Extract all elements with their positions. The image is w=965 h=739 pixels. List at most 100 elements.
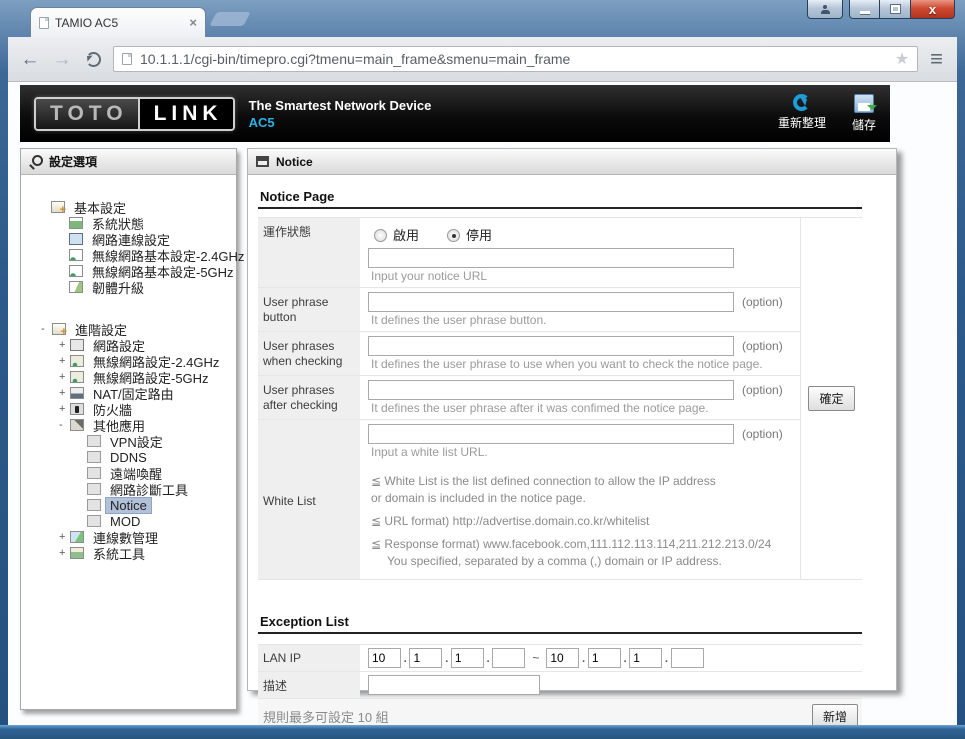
lan-ip-to-octet-4[interactable] bbox=[670, 648, 704, 668]
option-tag: (option) bbox=[742, 295, 783, 309]
expand-expander[interactable]: + bbox=[59, 531, 70, 543]
range-tilde: ~ bbox=[532, 651, 540, 665]
whitelist-caption: Input a white list URL. bbox=[371, 445, 488, 459]
new-tab-button[interactable] bbox=[209, 12, 251, 26]
folder-plus-icon bbox=[51, 201, 66, 216]
tree-item-firmware-upgrade[interactable]: 韌體升級 bbox=[35, 279, 234, 296]
reload-button[interactable] bbox=[86, 51, 101, 67]
confirm-button[interactable]: 確定 bbox=[808, 386, 855, 411]
close-button[interactable]: x bbox=[911, 0, 955, 19]
tab-title: TAMIO AC5 bbox=[55, 15, 119, 30]
url-text[interactable]: 10.1.1.1/cgi-bin/timepro.cgi?tmenu=main_… bbox=[140, 51, 887, 67]
expand-expander[interactable]: + bbox=[59, 371, 70, 383]
notice-page-heading: Notice Page bbox=[258, 185, 862, 209]
minimize-button[interactable] bbox=[849, 0, 880, 19]
expand-expander[interactable]: + bbox=[59, 355, 70, 367]
collapse-expander[interactable]: - bbox=[59, 419, 70, 431]
tab-close-icon[interactable]: × bbox=[189, 15, 197, 30]
network-icon bbox=[70, 339, 84, 351]
sidebar-title: 設定選項 bbox=[49, 155, 98, 169]
tree-item-system-tools[interactable]: + 系統工具 bbox=[35, 545, 234, 562]
option-tag: (option) bbox=[742, 383, 783, 397]
lan-ip-to-octet-1[interactable] bbox=[546, 648, 580, 668]
phrase-button-caption: It defines the user phrase button. bbox=[371, 313, 547, 327]
lan-ip-from-octet-2[interactable] bbox=[409, 648, 443, 668]
option-tag: (option) bbox=[742, 427, 783, 441]
expand-expander[interactable]: + bbox=[59, 339, 70, 351]
expand-expander[interactable]: + bbox=[59, 403, 70, 415]
settings-sidebar: 設定選項 基本設定 系統狀態 網路連線設定 無線網路基本設定-2.4GHz 無線… bbox=[20, 148, 244, 710]
notice-url-input[interactable] bbox=[368, 248, 734, 268]
page-icon bbox=[87, 435, 101, 447]
settings-tree: 基本設定 系統狀態 網路連線設定 無線網路基本設定-2.4GHz 無線網路基本設… bbox=[21, 175, 244, 562]
tree-item-notice[interactable]: Notice bbox=[35, 496, 234, 514]
disable-radio[interactable]: 停用 bbox=[447, 225, 492, 244]
expand-expander[interactable]: + bbox=[59, 387, 70, 399]
expand-expander[interactable]: + bbox=[59, 547, 70, 559]
phrase-checking-input[interactable] bbox=[368, 336, 734, 356]
maximize-button[interactable] bbox=[880, 0, 911, 19]
lan-ip-from-octet-4[interactable] bbox=[492, 648, 526, 668]
page-icon bbox=[87, 499, 101, 511]
browser-window: TAMIO AC5 × x ← → 10.1.1.1/cgi-bin/timep… bbox=[0, 0, 965, 739]
lan-ip-from-octet-3[interactable] bbox=[450, 648, 484, 668]
radio-off-icon[interactable] bbox=[374, 229, 387, 242]
forward-button[interactable]: → bbox=[50, 50, 74, 69]
back-button[interactable]: ← bbox=[18, 50, 42, 69]
collapse-expander[interactable]: - bbox=[41, 323, 52, 335]
lan-ip-to-octet-3[interactable] bbox=[629, 648, 663, 668]
enable-radio[interactable]: 啟用 bbox=[374, 225, 419, 244]
wireless-icon bbox=[69, 249, 83, 261]
notice-form: 運作狀態 啟用 停用 Input your notice URL User ph… bbox=[258, 217, 862, 580]
site-header: TOTO LINK The Smartest Network Device AC… bbox=[20, 85, 890, 142]
add-button[interactable]: 新增 bbox=[811, 704, 858, 725]
lan-ip-to-octet-2[interactable] bbox=[587, 648, 621, 668]
phrase-checking-label: User phrases when checking bbox=[258, 332, 360, 375]
description-input[interactable] bbox=[368, 675, 540, 695]
description-row: 描述 bbox=[258, 672, 862, 699]
tree-item-network-diagnostics[interactable]: 網路診斷工具 bbox=[35, 481, 234, 498]
phrase-button-row: User phrase button (option) It defines t… bbox=[258, 288, 800, 332]
refresh-action[interactable]: 重新整理 bbox=[778, 94, 826, 133]
lan-ip-from-octet-1[interactable] bbox=[368, 648, 401, 668]
bookmark-star-icon[interactable]: ★ bbox=[895, 49, 909, 69]
logo-toto: TOTO bbox=[36, 98, 138, 129]
browser-menu-icon[interactable]: ≡ bbox=[926, 48, 947, 70]
content-panel: Notice Notice Page 運作狀態 啟用 停用 Input your… bbox=[247, 148, 897, 725]
phrase-after-input[interactable] bbox=[368, 380, 734, 400]
radio-on-icon[interactable] bbox=[447, 229, 461, 242]
phrase-checking-row: User phrases when checking (option) It d… bbox=[258, 332, 800, 376]
phrase-button-input[interactable] bbox=[368, 292, 734, 312]
page-icon bbox=[87, 515, 101, 527]
close-icon: x bbox=[928, 1, 937, 17]
folder-plus-icon bbox=[52, 323, 67, 338]
nat-icon bbox=[70, 387, 84, 399]
wireless-folder-icon bbox=[70, 355, 84, 367]
logo-link: LINK bbox=[137, 98, 233, 129]
notice-page-icon bbox=[256, 156, 269, 167]
upload-icon bbox=[69, 281, 83, 293]
wireless-folder-icon bbox=[70, 371, 84, 383]
exception-form: LAN IP ~ 描述 規則最多可設定 1 bbox=[258, 644, 862, 725]
phrase-button-label: User phrase button bbox=[258, 288, 360, 331]
whitelist-label: White List bbox=[258, 420, 360, 579]
whitelist-notes: ≦ White List is the list defined connect… bbox=[371, 474, 772, 568]
browser-tab[interactable]: TAMIO AC5 × bbox=[30, 7, 206, 37]
content-title-bar: Notice bbox=[248, 149, 896, 175]
window-titlebar: TAMIO AC5 × x bbox=[0, 0, 965, 37]
save-label: 儲存 bbox=[851, 118, 876, 132]
profile-button[interactable] bbox=[807, 0, 843, 19]
apps-folder-icon bbox=[70, 419, 84, 431]
rule-limit-row: 規則最多可設定 10 組 新增 bbox=[258, 699, 862, 725]
page-area: TOTO LINK The Smartest Network Device AC… bbox=[8, 82, 957, 725]
option-tag: (option) bbox=[742, 339, 783, 353]
minimize-icon bbox=[859, 10, 870, 14]
phrase-after-caption: It defines the user phrase after it was … bbox=[371, 401, 709, 415]
phrase-after-label: User phrases after checking bbox=[258, 376, 360, 419]
url-bar[interactable]: 10.1.1.1/cgi-bin/timepro.cgi?tmenu=main_… bbox=[113, 46, 919, 72]
browser-toolbar: ← → 10.1.1.1/cgi-bin/timepro.cgi?tmenu=m… bbox=[8, 37, 957, 82]
save-action[interactable]: 儲存 bbox=[851, 94, 877, 133]
tree-item-vpn[interactable]: VPN設定 bbox=[35, 433, 234, 450]
lock-icon bbox=[70, 403, 84, 415]
whitelist-input[interactable] bbox=[368, 424, 734, 444]
